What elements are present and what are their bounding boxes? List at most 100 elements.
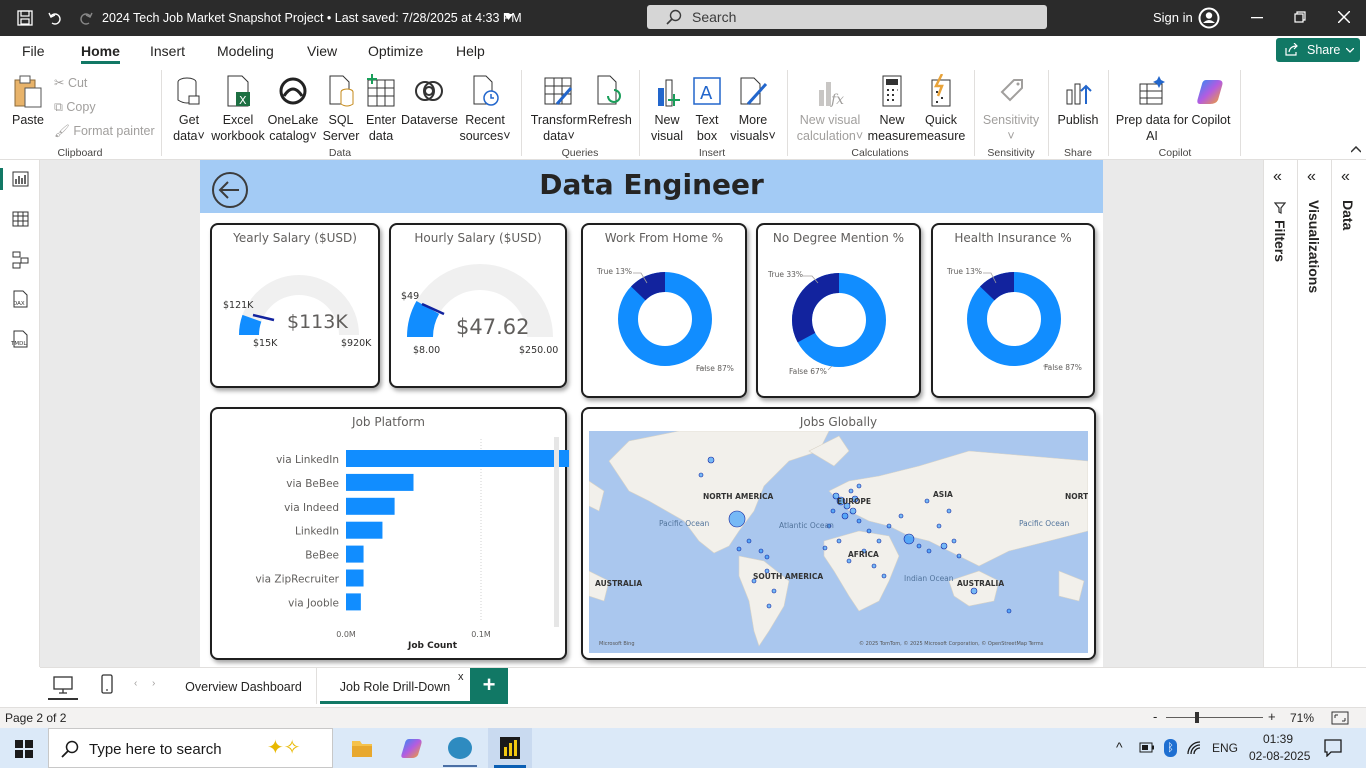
table-view-icon[interactable] <box>12 211 29 227</box>
excel-workbook-button[interactable]: X Excel workbook <box>210 74 266 144</box>
powerbi-taskbar-button[interactable] <box>488 728 532 768</box>
copilot-app-icon[interactable] <box>400 737 424 759</box>
job-location-bubble[interactable] <box>970 587 978 595</box>
more-visuals-button[interactable]: More visuals˅ <box>727 74 779 144</box>
job-location-bubble[interactable] <box>736 546 742 552</box>
tmdl-view-icon[interactable]: TMDL <box>10 330 32 348</box>
add-page-button[interactable]: + <box>470 668 508 704</box>
job-location-bubble[interactable] <box>866 528 872 534</box>
hourly-salary-card[interactable]: Hourly Salary ($USD) $47.62 $49 $8.00 $2… <box>389 223 567 388</box>
health-insurance-card[interactable]: Health Insurance % True 13% False 87% <box>931 223 1095 398</box>
job-location-bubble[interactable] <box>764 554 770 560</box>
job-location-bubble[interactable] <box>946 508 952 514</box>
undo-icon[interactable] <box>47 10 63 26</box>
bar[interactable] <box>346 545 364 563</box>
text-box-button[interactable]: A Text box <box>689 74 725 144</box>
sign-in-link[interactable]: Sign in <box>1153 10 1193 25</box>
menu-help[interactable]: Help <box>456 43 485 59</box>
search-box[interactable]: Search <box>647 5 1047 29</box>
job-location-bubble[interactable] <box>956 553 962 559</box>
account-icon[interactable] <box>1198 7 1220 29</box>
mobile-layout-icon[interactable] <box>101 674 113 694</box>
job-location-bubble[interactable] <box>830 508 836 514</box>
job-location-bubble[interactable] <box>881 573 887 579</box>
copilot-button[interactable]: Copilot <box>1188 74 1234 128</box>
job-location-bubble[interactable] <box>758 548 764 554</box>
format-painter-button[interactable]: 🖌 Format painter <box>54 123 155 139</box>
windows-start-icon[interactable] <box>15 740 33 758</box>
wifi-icon[interactable] <box>1187 741 1203 755</box>
model-view-icon[interactable] <box>12 251 29 269</box>
collapse-ribbon-icon[interactable] <box>1351 146 1361 153</box>
tab-job-role-drill-down[interactable]: Job Role Drill-Down <box>320 668 470 704</box>
sensitivity-button[interactable]: Sensitivity ˅ <box>982 74 1040 144</box>
minimize-icon[interactable] <box>1251 17 1263 19</box>
bar[interactable] <box>346 593 361 611</box>
share-button[interactable]: Share <box>1276 38 1360 62</box>
expand-chevron-icon[interactable]: « <box>1341 168 1350 186</box>
menu-file[interactable]: File <box>22 43 45 59</box>
job-location-bubble[interactable] <box>841 512 849 520</box>
prep-data-for-ai-button[interactable]: Prep data for AI <box>1114 74 1190 144</box>
job-location-bubble[interactable] <box>886 523 892 529</box>
menu-home[interactable]: Home <box>81 43 120 59</box>
job-location-bubble[interactable] <box>856 483 862 489</box>
refresh-button[interactable]: Refresh <box>588 74 632 128</box>
transform-data-button[interactable]: Transform data˅ <box>530 74 588 144</box>
prev-page-icon[interactable]: ‹ <box>134 678 137 689</box>
quick-measure-button[interactable]: Quick measure <box>916 73 966 144</box>
job-location-bubble[interactable] <box>936 523 942 529</box>
chart-scrollbar[interactable] <box>554 437 559 627</box>
enter-data-button[interactable]: Enter data <box>362 74 400 144</box>
menu-insert[interactable]: Insert <box>150 43 185 59</box>
zoom-slider[interactable] <box>1166 717 1263 718</box>
job-location-bubble[interactable] <box>848 488 854 494</box>
publish-button[interactable]: Publish <box>1055 74 1101 128</box>
work-from-home-card[interactable]: Work From Home % True 13% False 87% <box>581 223 747 398</box>
clock-date[interactable]: 02-08-2025 <box>1249 749 1310 763</box>
job-location-bubble[interactable] <box>746 538 752 544</box>
bluetooth-icon[interactable]: ᛒ <box>1164 739 1177 757</box>
new-visual-calculation-button[interactable]: fx New visual calculation˅ <box>796 74 864 144</box>
dax-query-icon[interactable]: DAX <box>11 290 29 308</box>
bar[interactable] <box>346 521 383 539</box>
job-location-bubble[interactable] <box>926 548 932 554</box>
job-location-bubble[interactable] <box>903 533 915 545</box>
world-map[interactable]: NORTH AMERICA EUROPE ASIA NORT Pacific O… <box>589 431 1088 653</box>
job-location-bubble[interactable] <box>822 545 828 551</box>
taskbar-search-box[interactable]: Type here to search ✦✧ <box>48 728 333 768</box>
recent-sources-button[interactable]: Recent sources˅ <box>459 74 511 144</box>
new-measure-button[interactable]: New measure <box>866 74 918 144</box>
title-dropdown-icon[interactable] <box>504 14 513 20</box>
job-location-bubble[interactable] <box>849 507 857 515</box>
job-location-bubble[interactable] <box>846 558 852 564</box>
jobs-globally-card[interactable]: Jobs Globally NORTH AMERICA EUROPE ASIA … <box>581 407 1096 660</box>
zoom-out-button[interactable]: - <box>1153 709 1157 724</box>
expand-chevron-icon[interactable]: « <box>1273 168 1282 186</box>
paste-button[interactable]: Paste <box>8 74 48 128</box>
desktop-layout-icon[interactable] <box>53 676 73 694</box>
tray-chevron-icon[interactable]: ^ <box>1116 739 1123 755</box>
bar[interactable] <box>346 473 414 491</box>
dataverse-button[interactable]: Dataverse <box>401 74 458 128</box>
job-location-bubble[interactable] <box>916 543 922 549</box>
fit-to-page-icon[interactable] <box>1331 711 1349 725</box>
job-location-bubble[interactable] <box>898 513 904 519</box>
job-location-bubble[interactable] <box>698 472 704 478</box>
menu-modeling[interactable]: Modeling <box>217 43 274 59</box>
bar[interactable] <box>346 450 569 467</box>
notification-icon[interactable] <box>1324 739 1342 757</box>
copy-button[interactable]: ⧉ Copy <box>54 99 96 115</box>
filters-pane-collapsed[interactable]: « Filters <box>1264 160 1298 667</box>
job-location-bubble[interactable] <box>876 538 882 544</box>
zoom-in-button[interactable]: + <box>1268 709 1276 724</box>
job-location-bubble[interactable] <box>856 518 862 524</box>
job-location-bubble[interactable] <box>707 456 715 464</box>
menu-view[interactable]: View <box>307 43 337 59</box>
job-location-bubble[interactable] <box>766 603 772 609</box>
report-view-icon[interactable] <box>12 171 29 187</box>
restore-icon[interactable] <box>1294 11 1306 23</box>
job-location-bubble[interactable] <box>951 538 957 544</box>
yearly-salary-card[interactable]: Yearly Salary ($USD) $113K $121K $15K $9… <box>210 223 380 388</box>
job-location-bubble[interactable] <box>728 510 746 528</box>
